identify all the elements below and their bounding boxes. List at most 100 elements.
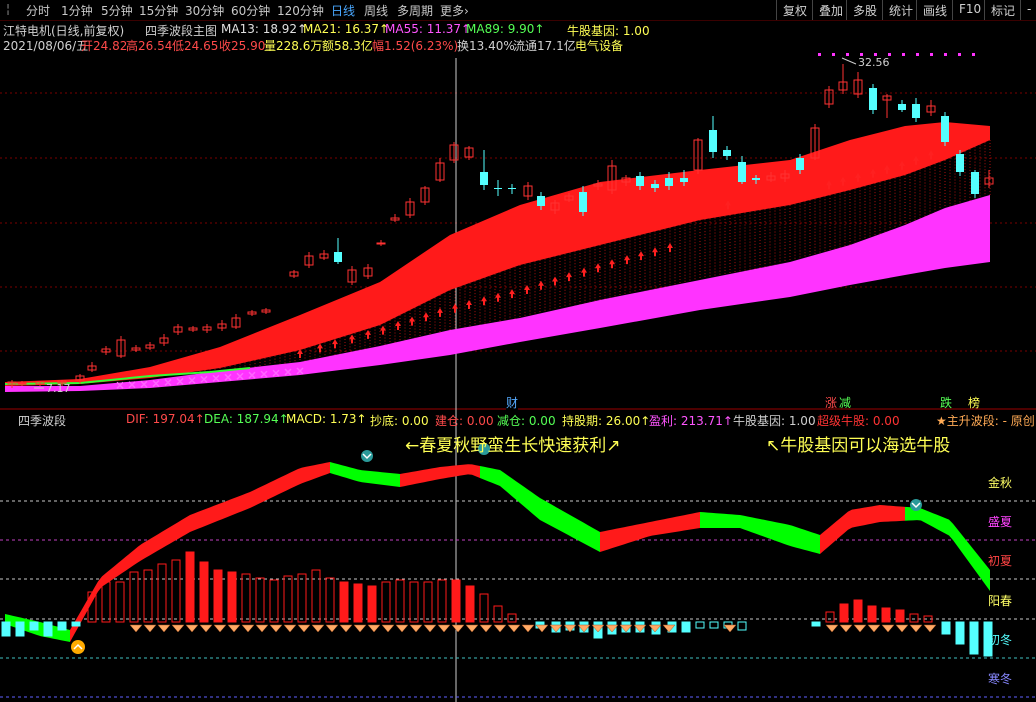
up-arrow-icon (552, 276, 558, 286)
candle-down (869, 88, 877, 110)
diamond-icon (367, 624, 381, 633)
candle-up (376, 242, 386, 245)
diamond-icon (185, 624, 199, 633)
up-arrow-icon (395, 320, 401, 330)
wave-segment (700, 512, 820, 554)
ranking-tag[interactable]: 榜 (968, 394, 980, 411)
macd-bar-up (283, 575, 293, 623)
top-dot (916, 53, 919, 56)
diamond-icon (437, 624, 451, 633)
dif-value: DIF: 197.04↑ (126, 412, 205, 426)
diamond-icon (241, 624, 255, 633)
diamond-icon (909, 624, 923, 633)
macd-bar-down (15, 621, 25, 637)
macd-bar-up (839, 603, 849, 623)
macd-bar-up (437, 579, 447, 623)
reduce-tag[interactable]: 减 (839, 394, 851, 411)
macd-bar-up (451, 579, 461, 623)
macd-bar-up (199, 561, 209, 623)
top-dot (972, 53, 975, 56)
macd-bar-up (867, 605, 877, 623)
macd-bar-down (71, 621, 81, 627)
up-arrow-icon (638, 251, 644, 261)
macd-bar-down (695, 621, 705, 629)
diamond-icon (129, 624, 143, 633)
diamond-icon (853, 624, 867, 633)
candle-down (508, 188, 516, 189)
macd-bar-up (241, 573, 251, 623)
macd-bar-down (681, 621, 691, 633)
diamond-icon (839, 624, 853, 633)
diamond-icon (521, 624, 535, 633)
candle-down (334, 252, 342, 262)
up-arrow-icon (466, 300, 472, 310)
diamond-icon (199, 624, 213, 633)
up-arrow-icon (566, 272, 572, 282)
kline-chart[interactable] (0, 0, 1036, 702)
candle-down (723, 150, 731, 156)
candle-down (971, 172, 979, 194)
candle-down (956, 154, 964, 172)
macd-bar-up (157, 563, 167, 623)
macd-value: MACD: 1.73↑ (286, 412, 367, 426)
dea-value: DEA: 187.94↑ (204, 412, 289, 426)
macd-bar-up (493, 605, 503, 623)
wave-segment (330, 462, 400, 487)
candle-down (579, 192, 587, 212)
super-value: 超级牛股: 0.00 (817, 414, 900, 428)
diamond-icon (227, 624, 241, 633)
macd-bar-up (909, 613, 919, 623)
up-arrow-icon (452, 303, 458, 313)
macd-bar-up (269, 579, 279, 623)
diamond-icon (493, 624, 507, 633)
diamond-icon (479, 624, 493, 633)
macd-bar-up (825, 611, 835, 623)
macd-bar-up (423, 581, 433, 623)
diamond-icon (895, 624, 909, 633)
candle-down (665, 178, 673, 186)
wave-segment (820, 505, 905, 554)
top-dot (832, 53, 835, 56)
candle-down (680, 178, 688, 182)
candle-down (537, 196, 545, 206)
rise-limit-tag[interactable]: 涨 (825, 394, 837, 411)
macd-bar-up (381, 581, 391, 623)
chigu-value: 持股期: 26.00↑ (562, 414, 651, 428)
up-arrow-icon (652, 247, 658, 257)
macd-bar-up (311, 569, 321, 623)
diamond-icon (353, 624, 367, 633)
macd-bar-down (57, 621, 67, 631)
top-dots (818, 53, 975, 56)
fall-tag[interactable]: 跌 (940, 394, 952, 411)
buy-signal-icon (71, 640, 85, 654)
sub-indicator-name[interactable]: 四季波段 (18, 412, 66, 429)
diamond-icon (451, 624, 465, 633)
diamond-icon (923, 624, 937, 633)
macd-bar-up (409, 581, 419, 623)
season-chudong: 初冬 (988, 633, 1013, 647)
top-dot (818, 53, 821, 56)
macd-bar-up (353, 583, 363, 623)
macd-bar-down (1, 621, 11, 637)
macd-bar-up (325, 577, 335, 623)
top-dot (930, 53, 933, 56)
up-arrow-icon (595, 263, 601, 273)
candle-down (494, 188, 502, 189)
candle-down (941, 116, 949, 142)
candle-down (752, 178, 760, 180)
jiancang-value: 建仓: 0.00 (435, 414, 494, 428)
sub-grid (0, 500, 1036, 698)
annotation-right: ↖牛股基因可以海选牛股 (766, 436, 951, 456)
macd-bar-up (395, 579, 405, 623)
macd-bar-up (171, 559, 181, 623)
macd-bar-up (115, 581, 125, 623)
macd-bar-up (895, 609, 905, 623)
candle-down (912, 104, 920, 118)
finance-tag[interactable]: 财 (506, 394, 519, 411)
macd-bar-up (853, 599, 863, 623)
top-dot (902, 53, 905, 56)
macd-bar-down (709, 621, 719, 629)
candle-down (709, 130, 717, 152)
macd-histogram (1, 551, 993, 657)
up-arrow-icon (667, 243, 673, 252)
